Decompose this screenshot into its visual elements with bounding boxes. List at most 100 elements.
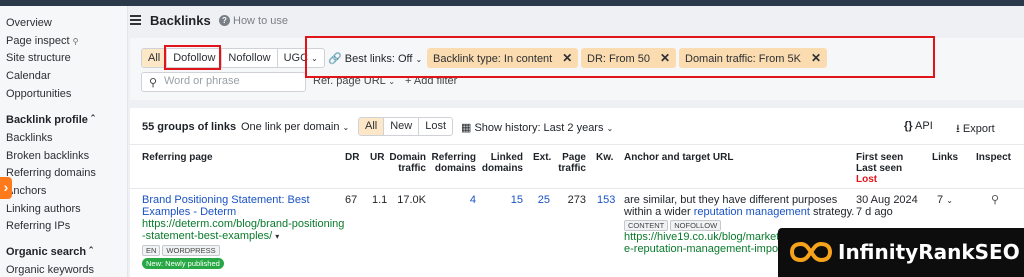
col-domain-traffic[interactable]: Domain traffic: [385, 152, 426, 174]
tab-nofollow[interactable]: Nofollow: [222, 49, 278, 67]
export-button[interactable]: ⭳ Export: [956, 120, 995, 139]
brand-watermark: InfinityRankSEO: [778, 228, 1024, 277]
help-icon[interactable]: ?: [219, 15, 230, 26]
anchor-text: within a wider: [624, 206, 694, 218]
platform-tag: WORDPRESS: [162, 245, 220, 256]
chevron-down-icon: ⌄: [606, 124, 614, 133]
highlight-filters: [305, 36, 935, 78]
sidebar-section-backlink-profile[interactable]: Backlink profile ˆ: [6, 114, 95, 126]
divider: [130, 144, 1024, 145]
api-button[interactable]: {} API: [904, 120, 933, 132]
status-tabs: All New Lost: [358, 117, 454, 136]
col-ur[interactable]: UR: [370, 152, 384, 163]
content-tag: CONTENT: [624, 220, 669, 231]
col-linked-domains[interactable]: Linked domains: [480, 152, 523, 174]
chevron-up-icon: ˆ: [89, 246, 93, 258]
tab-all[interactable]: All: [359, 118, 385, 135]
dr-value: 67: [345, 194, 358, 206]
col-kw[interactable]: Kw.: [596, 152, 613, 163]
inspect-search-icon[interactable]: ⚲: [991, 194, 999, 207]
expand-sidebar-tab[interactable]: ›: [0, 177, 12, 199]
sidebar-item-overview[interactable]: Overview: [6, 17, 52, 29]
hamburger-menu-icon[interactable]: [130, 15, 141, 25]
nofollow-tag: NOFOLLOW: [670, 220, 722, 231]
page-tags: EN WORDPRESS: [142, 244, 222, 257]
chevron-down-icon: ⌄: [946, 196, 953, 205]
sidebar-item-linking-authors[interactable]: Linking authors: [6, 203, 81, 215]
col-first-last-seen[interactable]: First seen Last seen Lost: [856, 152, 903, 185]
col-label: Referring: [431, 152, 476, 163]
col-page-traffic[interactable]: Page traffic: [555, 152, 586, 174]
col-label: Linked: [490, 152, 523, 163]
ext-value[interactable]: 25: [530, 194, 550, 207]
sidebar-item-broken-backlinks[interactable]: Broken backlinks: [6, 150, 89, 162]
tab-new[interactable]: New: [384, 118, 420, 135]
links-dropdown[interactable]: 7 ⌄: [937, 194, 953, 207]
domain-traffic-value: 17.0K: [397, 194, 426, 206]
new-badge: New: Newly published: [142, 258, 224, 269]
chevron-up-icon: ˆ: [90, 114, 95, 126]
col-label: Domain: [389, 152, 426, 163]
search-input-box[interactable]: ⚲: [141, 72, 306, 92]
sidebar-item-referring-ips[interactable]: Referring IPs: [6, 220, 70, 232]
keywords-value[interactable]: 153: [597, 194, 615, 207]
per-domain-label: One link per domain: [241, 121, 340, 133]
anchor-text-line2: within a wider reputation management str…: [624, 206, 854, 219]
col-anchor[interactable]: Anchor and target URL: [624, 152, 733, 163]
chevron-down-icon[interactable]: ▾: [275, 232, 279, 241]
groups-count: 55 groups of links: [142, 121, 237, 133]
col-label: traffic: [558, 163, 586, 174]
referring-domains-value[interactable]: 4: [430, 194, 476, 207]
col-referring-domains[interactable]: Referring domains: [430, 152, 476, 174]
last-seen-value: 7 d ago: [856, 206, 893, 218]
search-icon: ⚲: [149, 77, 158, 89]
sidebar-item-site-structure[interactable]: Site structure: [6, 52, 71, 64]
sidebar-item-anchors[interactable]: Anchors: [6, 185, 46, 197]
search-input[interactable]: [164, 75, 299, 87]
col-ext[interactable]: Ext.: [533, 152, 551, 163]
col-label: Last seen: [856, 163, 903, 174]
per-domain-dropdown[interactable]: One link per domain ⌄: [241, 121, 349, 133]
page-title: Backlinks: [150, 13, 211, 28]
top-bar: [0, 0, 1024, 6]
chevron-down-icon: ⌄: [342, 123, 350, 132]
download-icon: ⭳: [956, 123, 960, 135]
col-dr[interactable]: DR: [345, 152, 359, 163]
sidebar-item-calendar[interactable]: Calendar: [6, 70, 51, 82]
tab-lost[interactable]: Lost: [419, 118, 452, 135]
linked-domains-value[interactable]: 15: [480, 194, 523, 207]
how-to-use-link[interactable]: How to use: [233, 15, 288, 27]
sidebar-item-page-inspect[interactable]: Page inspect ⚲: [6, 35, 79, 47]
section-label: Organic search: [6, 246, 87, 258]
sidebar-item-opportunities[interactable]: Opportunities: [6, 88, 71, 100]
api-label: API: [915, 120, 933, 132]
highlight-dofollow: [164, 45, 221, 70]
infinity-logo-icon: [790, 241, 832, 263]
col-referring-page[interactable]: Referring page: [142, 152, 213, 163]
referring-page-url-line2[interactable]: -statement-best-examples/ ▾: [142, 230, 279, 243]
col-label: First seen: [856, 152, 904, 163]
col-label: domains: [434, 163, 476, 174]
col-inspect[interactable]: Inspect: [976, 152, 1011, 163]
col-label: Lost: [856, 174, 878, 185]
col-links[interactable]: Links: [932, 152, 958, 163]
section-label: Backlink profile: [6, 114, 88, 126]
url-text: -statement-best-examples/: [142, 230, 273, 242]
sidebar-item-referring-domains[interactable]: Referring domains: [6, 167, 96, 179]
sidebar-item-label: Page inspect: [6, 35, 70, 47]
col-label: domains: [481, 163, 523, 174]
sidebar: Overview Page inspect ⚲ Site structure C…: [0, 6, 128, 277]
chevron-right-icon: ›: [3, 179, 9, 195]
sidebar-item-organic-keywords[interactable]: Organic keywords: [6, 264, 94, 276]
show-history-dropdown[interactable]: ▦ Show history: Last 2 years ⌄: [461, 121, 613, 134]
anchor-link[interactable]: reputation management: [694, 206, 810, 218]
page-traffic-value: 273: [567, 194, 586, 206]
code-icon: {}: [904, 120, 913, 132]
export-label: Export: [962, 123, 995, 135]
sidebar-section-organic-search[interactable]: Organic search ˆ: [6, 246, 93, 258]
show-history-label: Show history: Last 2 years: [474, 122, 604, 134]
brand-name: InfinityRankSEO: [838, 240, 1020, 264]
sidebar-item-backlinks[interactable]: Backlinks: [6, 132, 52, 144]
language-tag: EN: [142, 245, 161, 256]
target-url-line2[interactable]: e-reputation-management-importa: [624, 243, 791, 256]
